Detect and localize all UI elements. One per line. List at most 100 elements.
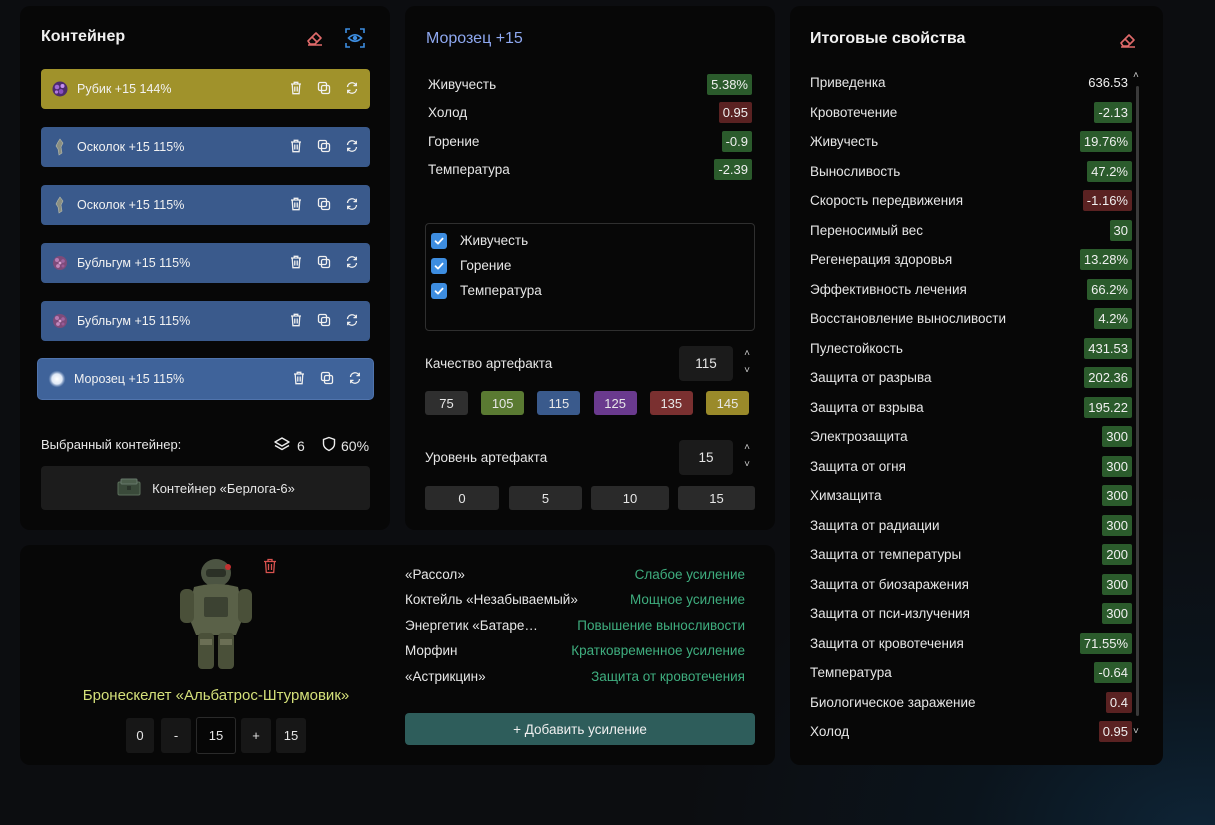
trash-icon[interactable]	[291, 370, 307, 386]
stat-value: 5.38%	[707, 74, 752, 95]
copy-icon[interactable]	[316, 138, 332, 154]
level-up-icon[interactable]: ˄	[742, 442, 752, 454]
artifact-item[interactable]: Осколок +15 115%	[41, 127, 370, 167]
armor-level-increment[interactable]: +	[241, 718, 271, 753]
trash-icon[interactable]	[288, 312, 304, 328]
armor-level-min[interactable]: 0	[126, 718, 154, 753]
checkbox-checked-icon[interactable]	[431, 282, 447, 299]
checkbox-checked-icon[interactable]	[431, 232, 447, 249]
scroll-down-icon[interactable]: ˅	[1133, 726, 1139, 737]
total-stat-value: 4.2%	[1094, 308, 1132, 329]
checkbox-label: Горение	[460, 258, 512, 273]
copy-icon[interactable]	[316, 312, 332, 328]
add-boost-button[interactable]: + Добавить усиление	[405, 713, 755, 745]
boost-row[interactable]: «Астрикцин» Защита от кровотечения	[405, 669, 745, 684]
trash-icon[interactable]	[288, 254, 304, 270]
total-stat-value: 300	[1102, 603, 1132, 624]
container-select-button[interactable]: Контейнер «Берлога-6»	[41, 466, 370, 510]
boost-row[interactable]: Морфин Кратковременное усиление	[405, 643, 745, 658]
swap-icon[interactable]	[344, 80, 360, 96]
trash-icon[interactable]	[288, 80, 304, 96]
boost-effect: Слабое усиление	[634, 567, 745, 582]
trash-icon[interactable]	[288, 138, 304, 154]
stat-name: Живучесть	[428, 77, 497, 92]
total-stat-value: 300	[1102, 455, 1132, 477]
artifact-name: Бубльгум +15 115%	[77, 314, 191, 328]
quality-preset-button[interactable]: 125	[593, 391, 637, 415]
scroll-thumb[interactable]	[1136, 86, 1139, 716]
scroll-up-icon[interactable]: ˄	[1133, 70, 1139, 81]
property-checkbox[interactable]: Температура	[431, 278, 754, 303]
level-preset-button[interactable]: 5	[509, 486, 582, 510]
artifact-name: Бубльгум +15 115%	[77, 256, 191, 270]
quality-preset-button[interactable]: 115	[537, 391, 581, 415]
property-checkbox[interactable]: Горение	[431, 253, 754, 278]
total-stat-row: Защита от разрыва 202.36	[810, 367, 1132, 388]
artifact-item[interactable]: Бубльгум +15 115%	[41, 301, 370, 341]
totals-title: Итоговые свойства	[810, 30, 966, 47]
total-stat-value: 71.55%	[1079, 632, 1132, 654]
boost-row[interactable]: Коктейль «Незабываемый» Мощное усиление	[405, 592, 745, 607]
swap-icon[interactable]	[344, 196, 360, 212]
total-stat-name: Переносимый вес	[810, 222, 924, 238]
swap-icon[interactable]	[344, 312, 360, 328]
checkbox-checked-icon[interactable]	[431, 257, 447, 274]
level-preset-button[interactable]: 15	[678, 486, 755, 510]
level-preset-button[interactable]: 10	[591, 486, 669, 510]
quality-down-icon[interactable]: ˅	[742, 365, 752, 377]
total-stat-row: Живучесть 19.76%	[810, 131, 1132, 152]
quality-preset-button[interactable]: 145	[706, 391, 749, 415]
swap-icon[interactable]	[347, 370, 363, 386]
artifact-name: Осколок +15 115%	[77, 198, 185, 212]
boost-item: Морфин	[405, 643, 458, 659]
artifact-item[interactable]: Осколок +15 115%	[41, 185, 370, 225]
quality-preset-button[interactable]: 135	[649, 391, 693, 415]
shard-icon	[51, 196, 69, 214]
total-stat-value: 636.53	[1088, 75, 1128, 90]
quality-input[interactable]: 115	[679, 346, 733, 381]
copy-icon[interactable]	[316, 80, 332, 96]
level-down-icon[interactable]: ˅	[742, 459, 752, 471]
total-stat-name: Защита от радиации	[810, 517, 940, 533]
swap-icon[interactable]	[344, 254, 360, 270]
artifact-actions	[288, 196, 360, 212]
container-name: Контейнер «Берлога-6»	[152, 480, 295, 496]
armor-level-decrement[interactable]: -	[161, 718, 191, 753]
eye-icon[interactable]	[343, 26, 367, 50]
artifact-item[interactable]: Морозец +15 115%	[38, 359, 373, 399]
level-preset-button[interactable]: 0	[425, 486, 499, 510]
trash-icon[interactable]	[288, 196, 304, 212]
armor-level-input[interactable]: 15	[196, 717, 236, 754]
delete-armor-icon[interactable]	[261, 557, 279, 575]
artifact-item[interactable]: Бубльгум +15 115%	[41, 243, 370, 283]
total-stat-name: Регенерация здоровья	[810, 252, 953, 267]
totals-scrollbar[interactable]: ˄ ˅	[1133, 70, 1140, 737]
total-stat-row: Биологическое заражение 0.4	[810, 691, 1132, 713]
artifact-stat-row: Живучесть 5.38%	[428, 74, 752, 95]
total-stat-value: 0.95	[1098, 721, 1132, 742]
copy-icon[interactable]	[319, 370, 335, 386]
boost-row[interactable]: «Рассол» Слабое усиление	[405, 567, 745, 582]
total-stat-row: Защита от кровотечения 71.55%	[810, 632, 1132, 654]
artifact-item[interactable]: Рубик +15 144%	[41, 69, 370, 109]
level-label: Уровень артефакта	[425, 450, 548, 465]
quality-preset-button[interactable]: 105	[481, 391, 525, 415]
swap-icon[interactable]	[344, 138, 360, 154]
copy-icon[interactable]	[316, 196, 332, 212]
property-checkbox[interactable]: Живучесть	[431, 228, 754, 253]
total-stat-row: Выносливость 47.2%	[810, 160, 1132, 182]
total-stat-value: 66.2%	[1087, 278, 1132, 300]
armor-level-max[interactable]: 15	[276, 718, 306, 753]
stat-value: -0.9	[721, 131, 752, 152]
eraser-icon[interactable]	[1117, 29, 1139, 51]
copy-icon[interactable]	[316, 254, 332, 270]
quality-preset-button[interactable]: 75	[425, 391, 468, 415]
boost-row[interactable]: Энергетик «Батаре… Повышение выносливости	[405, 618, 745, 633]
eraser-icon[interactable]	[304, 27, 326, 49]
total-stat-value: 195.22	[1084, 396, 1132, 418]
total-stat-value: 202.36	[1084, 367, 1132, 388]
level-input[interactable]: 15	[679, 440, 733, 475]
frost-icon	[48, 370, 66, 388]
total-stat-row: Регенерация здоровья 13.28%	[810, 249, 1132, 270]
quality-up-icon[interactable]: ˄	[742, 348, 752, 360]
